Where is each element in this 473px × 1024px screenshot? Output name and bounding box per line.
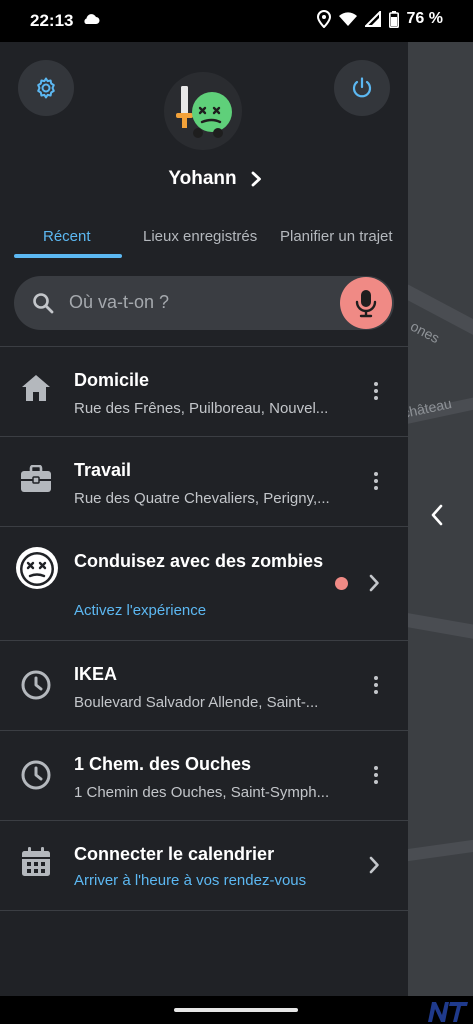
item-subtitle[interactable]: Arriver à l'heure à vos rendez-vous	[74, 872, 306, 889]
calendar-icon	[22, 847, 50, 876]
signal-icon	[364, 11, 381, 27]
item-title: 1 Chem. des Ouches	[74, 754, 252, 774]
list-item-zombies[interactable]: Conduisez avec des zombies Activez l'exp…	[0, 527, 408, 640]
list-item-ikea[interactable]: IKEA Boulevard Salvador Allende, Saint-.…	[0, 641, 408, 730]
tab-plan-trip[interactable]: Planifier un trajet	[280, 228, 393, 245]
map-road	[408, 833, 473, 863]
status-bar: 22:13 76 %	[0, 0, 473, 42]
divider	[0, 910, 408, 911]
profile-link[interactable]: Yohann	[0, 168, 430, 190]
clock-icon	[21, 670, 51, 700]
more-options-icon[interactable]	[371, 382, 381, 400]
status-indicators: 76 %	[316, 10, 443, 28]
item-subtitle: Boulevard Salvador Allende, Saint-...	[74, 694, 319, 711]
zombie-icon	[16, 547, 58, 589]
recent-list: Domicile Rue des Frênes, Puilboreau, Nou…	[0, 346, 408, 911]
briefcase-icon	[21, 465, 51, 492]
power-icon	[352, 77, 372, 98]
search-input[interactable]: Où va-t-on ?	[69, 292, 169, 313]
more-options-icon[interactable]	[371, 766, 381, 784]
system-nav-bar	[0, 996, 473, 1024]
chevron-right-icon	[369, 574, 379, 592]
new-badge	[335, 577, 348, 590]
active-tab-indicator	[14, 254, 122, 258]
chevron-right-icon	[251, 171, 261, 187]
more-options-icon[interactable]	[371, 676, 381, 694]
cloud-icon	[84, 14, 100, 24]
wifi-icon	[338, 11, 357, 26]
location-icon	[316, 10, 331, 28]
home-indicator[interactable]	[174, 1008, 298, 1012]
item-subtitle[interactable]: Activez l'expérience	[74, 602, 206, 619]
map-label: ones	[408, 317, 443, 347]
item-subtitle: Rue des Frênes, Puilboreau, Nouvel...	[74, 400, 329, 417]
clock-icon	[21, 760, 51, 790]
microphone-icon	[355, 290, 377, 318]
battery-level: 76 %	[406, 10, 443, 27]
avatar-icon	[176, 86, 232, 138]
username: Yohann	[168, 168, 237, 189]
voice-search-button[interactable]	[340, 277, 392, 329]
list-item-work[interactable]: Travail Rue des Quatre Chevaliers, Perig…	[0, 437, 408, 526]
item-title: Connecter le calendrier	[74, 844, 275, 864]
map-road	[408, 611, 473, 647]
item-subtitle: 1 Chemin des Ouches, Saint-Symph...	[74, 784, 330, 801]
chevron-right-icon	[369, 856, 379, 874]
search-icon	[33, 293, 54, 314]
tab-recent[interactable]: Récent	[43, 228, 91, 245]
side-drawer: Yohann Récent Lieux enregistrés Planifie…	[0, 42, 408, 996]
more-options-icon[interactable]	[371, 472, 381, 490]
list-item-calendar[interactable]: Connecter le calendrier Arriver à l'heur…	[0, 821, 408, 910]
tab-saved-places[interactable]: Lieux enregistrés	[143, 228, 257, 245]
list-item-ouches[interactable]: 1 Chem. des Ouches 1 Chemin des Ouches, …	[0, 731, 408, 820]
item-title: Domicile	[74, 370, 150, 390]
item-title: Conduisez avec des zombies	[74, 551, 324, 571]
item-title: IKEA	[74, 664, 118, 684]
gear-icon	[37, 77, 55, 99]
watermark-logo	[428, 1002, 468, 1022]
item-title: Travail	[74, 460, 132, 480]
avatar[interactable]	[164, 72, 242, 150]
power-button[interactable]	[334, 60, 390, 116]
settings-button[interactable]	[18, 60, 74, 116]
chevron-left-icon[interactable]	[430, 504, 444, 526]
home-icon	[22, 375, 50, 401]
list-item-home[interactable]: Domicile Rue des Frênes, Puilboreau, Nou…	[0, 347, 408, 436]
item-subtitle: Rue des Quatre Chevaliers, Perigny,...	[74, 490, 330, 507]
battery-icon	[388, 10, 399, 28]
search-bar[interactable]: Où va-t-on ?	[14, 276, 394, 330]
status-time: 22:13	[30, 11, 74, 30]
